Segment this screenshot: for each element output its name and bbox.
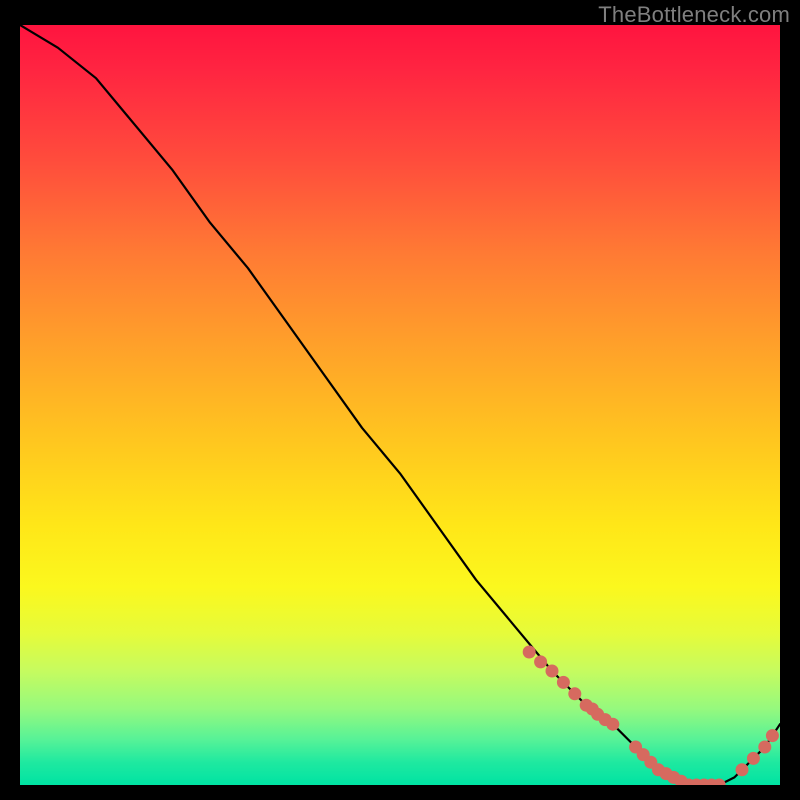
- marker-dot: [534, 655, 547, 668]
- marker-dot: [758, 741, 771, 754]
- marker-dot: [568, 687, 581, 700]
- chart-stage: TheBottleneck.com: [0, 0, 800, 800]
- marker-dot: [557, 676, 570, 689]
- marker-dot: [606, 718, 619, 731]
- bottleneck-curve: [20, 25, 780, 785]
- chart-overlay: [20, 25, 780, 785]
- watermark-text: TheBottleneck.com: [598, 2, 790, 28]
- curve-markers: [523, 646, 779, 786]
- marker-dot: [736, 763, 749, 776]
- plot-area: [20, 25, 780, 785]
- marker-dot: [747, 752, 760, 765]
- marker-dot: [546, 665, 559, 678]
- marker-dot: [523, 646, 536, 659]
- marker-dot: [766, 729, 779, 742]
